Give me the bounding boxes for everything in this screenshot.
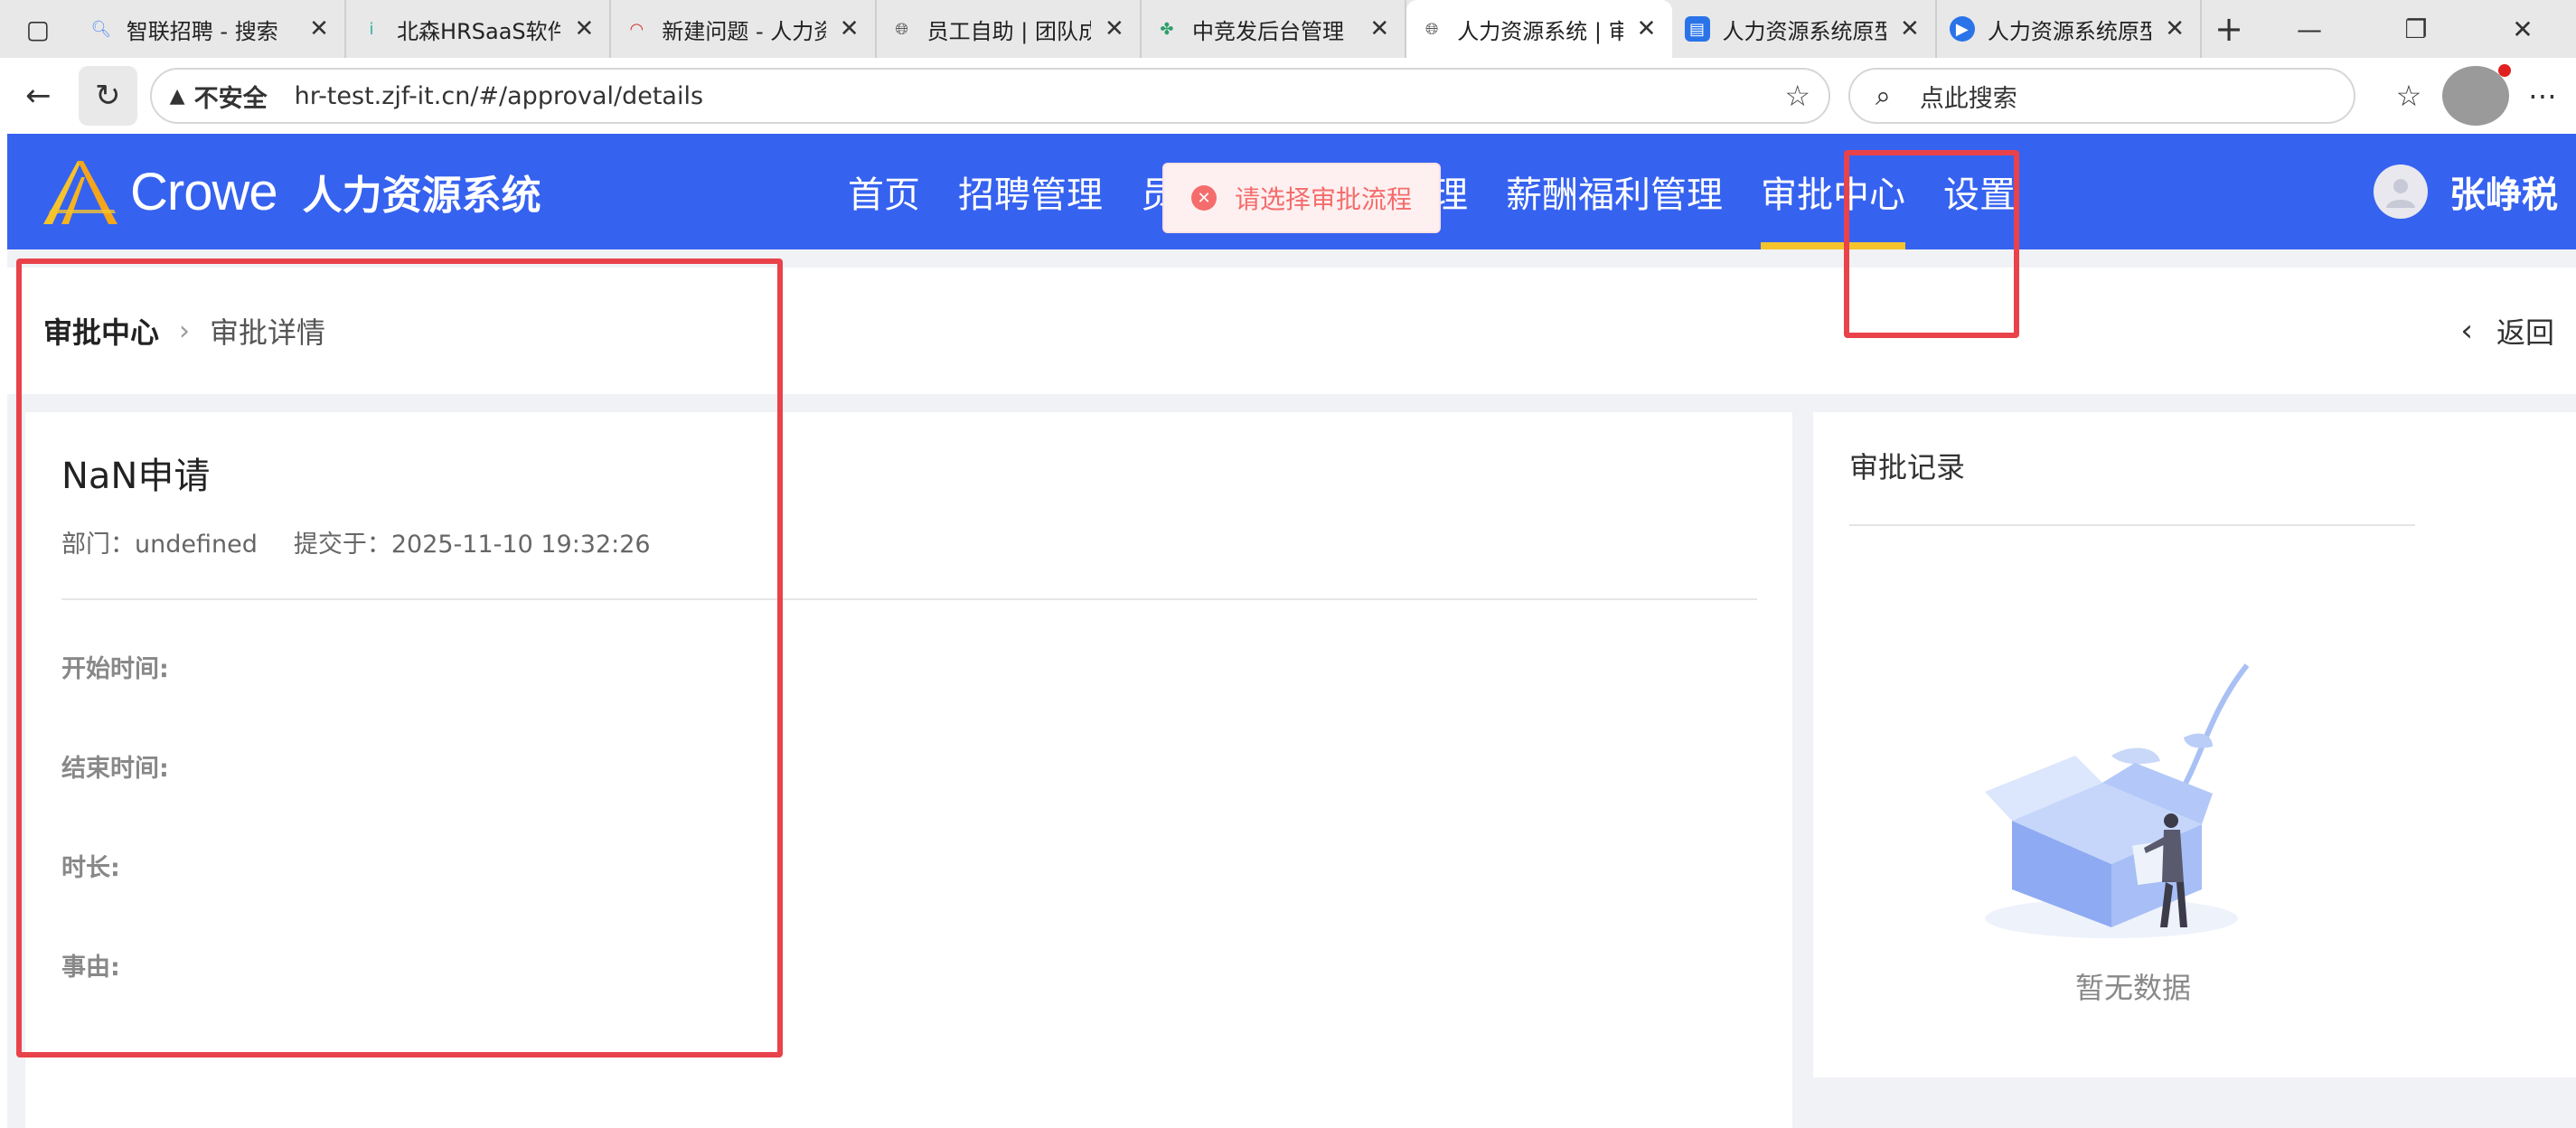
favorites-icon[interactable]: ☆ [2375, 66, 2442, 126]
url-text[interactable]: hr-test.zjf-it.cn/#/approval/details [295, 82, 1785, 110]
close-tab-icon[interactable]: ✕ [1897, 15, 1923, 42]
error-circle-icon: ✕ [1191, 185, 1217, 211]
submitted-label: 提交于： [293, 531, 391, 559]
app-icon: ▤ [1684, 16, 1710, 42]
main-nav: 首页 招聘管理 员工管理 考勤管理 薪酬福利管理 审批中心 设置 [848, 134, 2054, 249]
close-tab-icon[interactable]: ✕ [571, 15, 597, 42]
records-title: 审批记录 [1849, 450, 1966, 484]
tab-title: 新建问题 - 人力资 [662, 18, 826, 44]
browser-search-input[interactable]: ⌕ 点此搜索 [1848, 68, 2355, 124]
globe-icon: 🌐︎ [1425, 19, 1439, 39]
profile-avatar-icon[interactable] [2441, 64, 2511, 126]
close-tab-icon[interactable]: ✕ [306, 15, 332, 42]
close-tab-icon[interactable]: ✕ [1367, 15, 1392, 42]
address-toolbar: ← ↻ ▲ 不安全 hr-test.zjf-it.cn/#/approval/d… [0, 58, 2576, 134]
breadcrumb: 审批中心 › 审批详情 [43, 310, 325, 352]
security-indicator[interactable]: ▲ 不安全 [170, 79, 268, 114]
new-tab-icon[interactable]: + [2202, 0, 2256, 58]
window-controls: — ❐ ✕ [2256, 0, 2576, 58]
department-label: 部门： [61, 531, 135, 559]
close-tab-icon[interactable]: ✕ [837, 15, 862, 42]
nav-home[interactable]: 首页 [848, 134, 920, 249]
browser-tab[interactable]: ⅰ 北森HRSaaS软件 ✕ [346, 0, 612, 58]
reason-label: 事由: [61, 954, 120, 982]
close-tab-icon[interactable]: ✕ [2162, 15, 2187, 42]
security-label: 不安全 [193, 84, 268, 113]
close-tab-icon[interactable]: ✕ [1102, 15, 1127, 42]
gauge-icon: ◠ [629, 19, 644, 39]
empty-box-illustration [1985, 663, 2250, 938]
close-tab-icon[interactable]: ✕ [1634, 15, 1659, 42]
duration-label: 时长: [61, 854, 120, 882]
nav-recruitment[interactable]: 招聘管理 [958, 134, 1103, 249]
approval-records-card: 审批记录 暂无数据 [1813, 412, 2576, 1077]
department-meta: 部门：undefined [61, 524, 258, 559]
nav-compensation[interactable]: 薪酬福利管理 [1506, 134, 1723, 249]
tab-title: 员工自助 | 团队成 [926, 18, 1091, 44]
department-value: undefined [135, 531, 258, 559]
tab-title: 北森HRSaaS软件 [397, 18, 561, 44]
search-icon: 🔍︎ [90, 19, 112, 39]
globe-icon: 🌐︎ [895, 19, 908, 39]
user-menu[interactable]: 张峥税 [2374, 134, 2558, 249]
play-icon: ▶ [1949, 16, 1975, 42]
browser-tab-strip: ▢ 🔍︎ 智联招聘 - 搜索 ✕ ⅰ 北森HRSaaS软件 ✕ ◠ 新建问题 -… [0, 0, 2576, 58]
user-name: 张峥税 [2449, 174, 2558, 216]
tab-title: 人力资源系统原型 [1722, 18, 1886, 44]
divider [1849, 524, 2415, 526]
browser-tab[interactable]: ✤ 中竞发后台管理 ✕ [1142, 0, 1407, 58]
search-icon: ⌕ [1876, 80, 1891, 112]
browser-tab[interactable]: 🌐︎ 员工自助 | 团队成 ✕ [877, 0, 1142, 58]
tab-title: 人力资源系统 | 审 [1457, 18, 1623, 44]
close-window-icon[interactable]: ✕ [2469, 0, 2576, 58]
divider [61, 598, 1757, 600]
restore-icon[interactable]: ❐ [2363, 0, 2469, 58]
brand-logo[interactable]: Crowe 人力资源系统 [42, 157, 541, 226]
warning-icon: ▲ [169, 84, 185, 108]
leaf-icon: ✤ [1160, 19, 1174, 39]
breadcrumb-current: 审批详情 [210, 315, 326, 350]
chevron-right-icon: › [179, 315, 191, 347]
more-menu-icon[interactable]: ⋯ [2509, 66, 2576, 126]
toast-message: 请选择审批流程 [1235, 184, 1413, 214]
crowe-logo-icon [43, 161, 118, 224]
tab-title: 智联招聘 - 搜索 [126, 18, 278, 44]
info-icon: ⅰ [369, 19, 374, 39]
brand-name: Crowe [130, 162, 278, 221]
reload-icon[interactable]: ↻ [78, 66, 137, 126]
browser-tab[interactable]: ▤ 人力资源系统原型 ✕ [1672, 0, 1937, 58]
nav-approval-center[interactable]: 审批中心 [1761, 134, 1905, 249]
browser-tab[interactable]: ◠ 新建问题 - 人力资 ✕ [611, 0, 877, 58]
browser-tab[interactable]: 🔍︎ 智联招聘 - 搜索 ✕ [76, 0, 347, 58]
back-arrow-icon[interactable]: ← [9, 66, 68, 126]
url-field[interactable]: ▲ 不安全 hr-test.zjf-it.cn/#/approval/detai… [149, 68, 1830, 124]
minimize-icon[interactable]: — [2256, 0, 2363, 58]
tab-title: 中竞发后台管理 [1191, 18, 1344, 44]
back-label: 返回 [2496, 315, 2554, 350]
nav-settings[interactable]: 设置 [1943, 134, 2016, 249]
breadcrumb-bar: 审批中心 › 审批详情 ‹ 返回 [7, 268, 2576, 394]
favorite-star-icon[interactable]: ☆ [1784, 79, 1810, 113]
back-button[interactable]: ‹ 返回 [2460, 310, 2554, 352]
browser-tab[interactable]: ▶ 人力资源系统原型 ✕ [1937, 0, 2203, 58]
submitted-value: 2025-11-10 19:32:26 [390, 531, 651, 559]
tab-title: 人力资源系统原型 [1987, 18, 2152, 44]
empty-state-text: 暂无数据 [2074, 971, 2191, 1005]
submitted-meta: 提交于：2025-11-10 19:32:26 [294, 524, 651, 559]
page-title: NaN申请 [61, 456, 211, 497]
error-toast: ✕ 请选择审批流程 [1162, 163, 1441, 233]
user-avatar-icon [2374, 164, 2428, 219]
end-time-label: 结束时间: [61, 755, 169, 783]
chevron-left-icon: ‹ [2460, 313, 2473, 349]
search-placeholder: 点此搜索 [1919, 84, 2017, 113]
approval-detail-card: NaN申请 部门：undefined 提交于：2025-11-10 19:32:… [25, 412, 1792, 1128]
system-name: 人力资源系统 [302, 173, 541, 219]
browser-tab-active[interactable]: 🌐︎ 人力资源系统 | 审 ✕ [1406, 0, 1672, 58]
start-time-label: 开始时间: [61, 655, 169, 683]
tab-actions-icon[interactable]: ▢ [0, 0, 76, 58]
breadcrumb-root[interactable]: 审批中心 [43, 310, 159, 352]
detail-meta: 部门：undefined 提交于：2025-11-10 19:32:26 [61, 524, 687, 559]
